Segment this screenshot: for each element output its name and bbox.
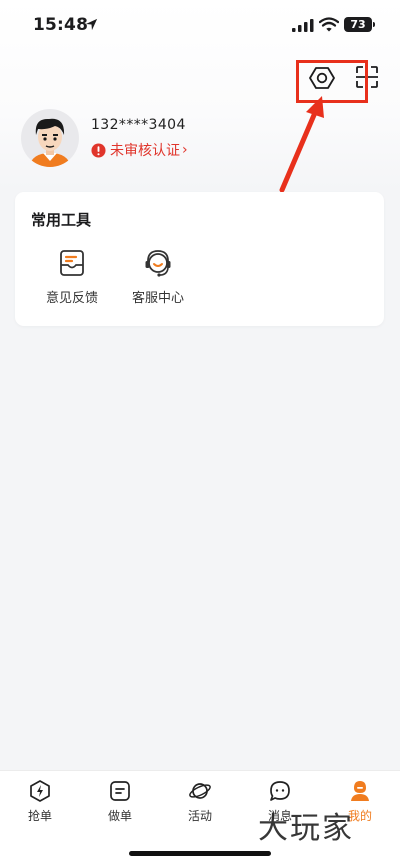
tool-feedback[interactable]: 意见反馈 [39,247,105,306]
lightning-icon [30,780,50,802]
feedback-icon [60,250,84,276]
chevron-right-icon: › [182,142,188,158]
verify-status-text: 未审核认证 [110,143,180,159]
tab-do-order[interactable]: 做单 [90,779,150,824]
avatar[interactable] [21,109,79,167]
alert-icon [91,142,106,158]
tools-card-title: 常用工具 [31,211,92,229]
battery-indicator: 73 [344,17,372,32]
tab-activity-label: 活动 [187,809,212,823]
settings-hexagon-icon[interactable] [309,65,335,91]
tool-customer-service[interactable]: 客服中心 [125,247,191,306]
location-arrow-icon [85,18,98,31]
home-indicator [129,851,271,856]
tab-grab-order[interactable]: 抢单 [10,779,70,824]
planet-icon [189,783,211,799]
tab-do-order-label: 做单 [107,809,132,823]
battery-tip [373,22,375,27]
watermark: 大玩家 [258,811,354,846]
verify-status-link[interactable]: 未审核认证 › [91,140,188,160]
tab-grab-order-label: 抢单 [27,809,52,823]
chat-icon [270,781,290,801]
tool-customer-service-label: 客服中心 [131,291,184,306]
document-icon [110,781,130,801]
signal-icon [292,19,314,32]
wifi-icon [319,17,339,32]
tools-card: 常用工具 意见反馈 客服中心 [15,192,384,326]
status-bar: 15:48 73 [0,0,400,52]
status-time: 15:48 [33,15,89,35]
tab-activity[interactable]: 活动 [170,779,230,824]
avatar-illustration [29,118,71,167]
scan-icon[interactable] [355,65,379,89]
customer-service-icon [145,250,171,277]
phone-number: 132****3404 [91,117,186,133]
tool-feedback-label: 意见反馈 [45,291,98,306]
profile-icon [351,781,369,801]
